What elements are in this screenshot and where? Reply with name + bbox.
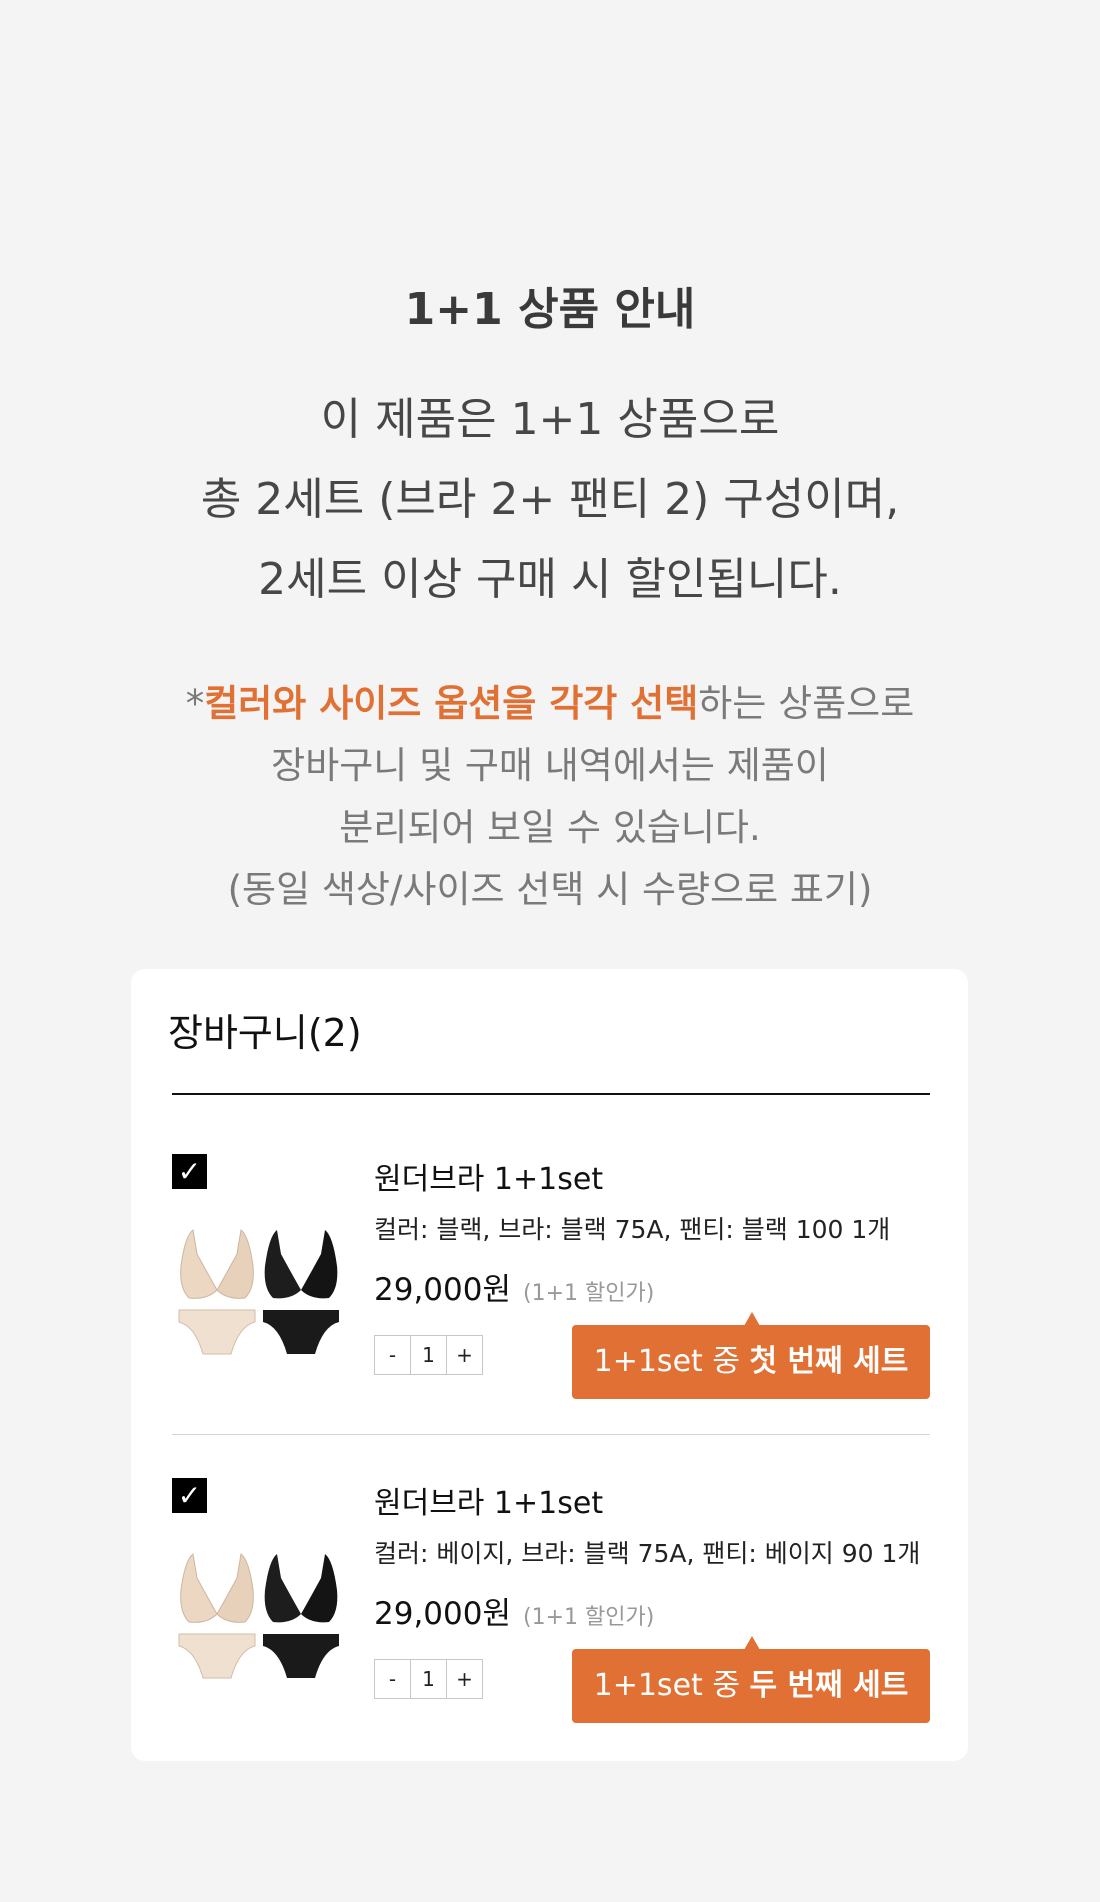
cart-card: 장바구니(2) ✓ 원더브라 1+1set 컬러: 블랙, 브라: 블랙 75A…	[131, 969, 968, 1761]
note-highlight: 컬러와 사이즈 옵션을 각각 선택	[204, 682, 699, 725]
quantity-stepper: - 1 +	[374, 1659, 483, 1699]
black-panty-icon	[263, 1634, 339, 1678]
quantity-increase-button[interactable]: +	[447, 1660, 482, 1698]
item-name[interactable]: 원더브라 1+1set	[374, 1160, 603, 1200]
quantity-decrease-button[interactable]: -	[375, 1336, 410, 1374]
info-desc-line: 총 2세트 (브라 2+ 팬티 2) 구성이며,	[200, 474, 900, 525]
set-tag-strong: 두 번째 세트	[749, 1668, 909, 1703]
quantity-stepper: - 1 +	[374, 1335, 483, 1375]
item-price-row: 29,000원 (1+1 할인가)	[374, 1268, 654, 1317]
item-checkbox[interactable]: ✓	[172, 1478, 207, 1513]
info-desc-line: 2세트 이상 구매 시 할인됩니다.	[258, 554, 842, 605]
quantity-value[interactable]: 1	[410, 1336, 447, 1374]
item-option: 컬러: 베이지, 브라: 블랙 75A, 팬티: 베이지 90 1개	[374, 1539, 921, 1568]
quantity-value[interactable]: 1	[410, 1660, 447, 1698]
quantity-increase-button[interactable]: +	[447, 1336, 482, 1374]
item-price-row: 29,000원 (1+1 할인가)	[374, 1592, 654, 1641]
item-price-note: (1+1 할인가)	[523, 1281, 655, 1306]
set-tag-strong: 첫 번째 세트	[749, 1344, 909, 1379]
black-panty-icon	[263, 1310, 339, 1354]
item-name[interactable]: 원더브라 1+1set	[374, 1484, 603, 1524]
item-price-note: (1+1 할인가)	[523, 1605, 655, 1630]
info-note-line: *컬러와 사이즈 옵션을 각각 선택하는 상품으로	[0, 673, 1100, 735]
info-note-line: (동일 색상/사이즈 선택 시 수량으로 표기)	[227, 868, 873, 911]
info-note: *컬러와 사이즈 옵션을 각각 선택하는 상품으로 장바구니 및 구매 내역에서…	[0, 673, 1100, 921]
cart-item: ✓ 원더브라 1+1set 컬러: 베이지, 브라: 블랙 75A, 팬티: 베…	[172, 1478, 930, 1768]
info-title: 1+1 상품 안내	[404, 284, 696, 335]
info-desc-line: 이 제품은 1+1 상품으로	[320, 394, 780, 445]
item-divider	[172, 1434, 930, 1435]
item-price: 29,000원	[374, 1596, 511, 1632]
note-line1-rest: 하는 상품으로	[698, 682, 915, 725]
cart-title-divider	[172, 1093, 930, 1095]
item-checkbox[interactable]: ✓	[172, 1154, 207, 1189]
beige-panty-icon	[178, 1309, 256, 1355]
bra-set-product-image	[178, 1229, 339, 1355]
set-tag-prefix: 1+1set 중	[593, 1668, 750, 1703]
black-bra-icon	[264, 1554, 338, 1623]
set-order-tag: 1+1set 중 두 번째 세트	[572, 1636, 930, 1723]
note-asterisk: *	[185, 682, 205, 725]
beige-bra-icon	[180, 1553, 254, 1623]
cart-item: ✓ 원더브라 1+1set 컬러: 블랙, 브라: 블랙 75A, 팬티: 블랙…	[172, 1154, 930, 1444]
cart-title: 장바구니(2)	[168, 1011, 362, 1055]
set-order-tag: 1+1set 중 첫 번째 세트	[572, 1312, 930, 1399]
beige-bra-icon	[180, 1229, 254, 1299]
item-price: 29,000원	[374, 1272, 511, 1308]
quantity-decrease-button[interactable]: -	[375, 1660, 410, 1698]
item-option: 컬러: 블랙, 브라: 블랙 75A, 팬티: 블랙 100 1개	[374, 1215, 891, 1244]
info-description: 이 제품은 1+1 상품으로 총 2세트 (브라 2+ 팬티 2) 구성이며, …	[0, 380, 1100, 620]
info-note-line: 장바구니 및 구매 내역에서는 제품이	[271, 744, 829, 787]
bra-set-product-image	[178, 1553, 339, 1679]
beige-panty-icon	[178, 1633, 256, 1679]
set-tag-prefix: 1+1set 중	[593, 1344, 750, 1379]
black-bra-icon	[264, 1230, 338, 1299]
info-note-line: 분리되어 보일 수 있습니다.	[339, 806, 761, 849]
